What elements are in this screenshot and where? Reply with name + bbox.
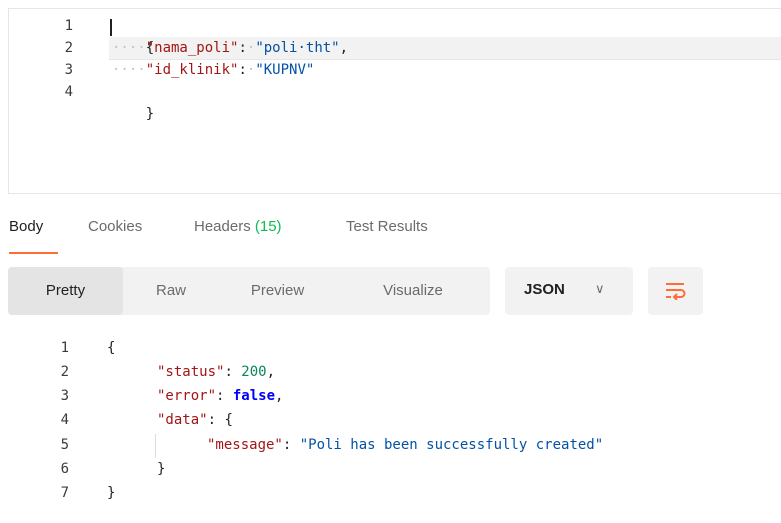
indent-guide [155, 434, 156, 458]
code-line: "data": { [157, 409, 233, 431]
brace-close: } [157, 461, 166, 477]
json-colon: : [224, 364, 242, 380]
code-line: } [107, 482, 115, 504]
line-number: 1 [60, 340, 69, 356]
request-body-editor[interactable]: 1 2 3 4 { ····"nama_poli":·"poli·tht", ·… [8, 8, 781, 194]
tab-headers[interactable]: Headers (15) [194, 218, 282, 235]
json-boolean: false [232, 388, 276, 404]
json-number: 200 [241, 364, 267, 380]
json-key: "status" [157, 364, 225, 380]
json-string: "Poli has been successfully created" [299, 437, 604, 453]
json-key: "data" [157, 412, 208, 428]
tab-test-results[interactable]: Test Results [346, 218, 428, 235]
json-comma: , [339, 40, 349, 56]
view-raw-button[interactable]: Raw [123, 267, 219, 315]
line-number: 6 [60, 461, 69, 477]
tab-headers-label: Headers [194, 218, 251, 235]
code-line: "status": 200, [157, 361, 275, 383]
line-number: 7 [60, 485, 69, 501]
active-tab-indicator [9, 252, 58, 254]
headers-count-badge: (15) [254, 218, 282, 235]
code-line: ····"id_klinik":·"KUPNV" [112, 59, 314, 81]
chevron-down-icon: ∨ [595, 281, 605, 296]
json-comma: , [266, 364, 276, 380]
code-line: } [112, 81, 154, 122]
line-number: 2 [60, 364, 69, 380]
brace-close: } [107, 485, 116, 501]
json-string: "poli·tht" [255, 40, 340, 56]
brace-close: } [145, 106, 155, 122]
view-visualize-button[interactable]: Visualize [336, 267, 490, 315]
brace-open: { [224, 412, 233, 428]
json-colon: : [282, 437, 300, 453]
whitespace-marker: ···· [112, 62, 146, 78]
format-dropdown[interactable]: JSON ∨ [505, 267, 633, 315]
line-number: 3 [60, 388, 69, 404]
json-key: "message" [207, 437, 283, 453]
code-line: ····"nama_poli":·"poli·tht", [112, 37, 348, 59]
json-key: "id_klinik" [145, 62, 239, 78]
view-pretty-button[interactable]: Pretty [8, 267, 123, 315]
line-number: 5 [60, 437, 69, 453]
code-line: { [107, 337, 115, 359]
brace-open: { [107, 340, 116, 356]
line-number: 2 [64, 40, 73, 56]
json-colon: : [238, 62, 247, 78]
json-comma: , [275, 388, 284, 404]
format-selected-value: JSON [524, 281, 565, 298]
wrap-lines-icon [666, 283, 686, 300]
line-number: 3 [64, 62, 73, 78]
code-line: { [112, 15, 154, 56]
tab-body[interactable]: Body [9, 218, 43, 235]
tab-cookies[interactable]: Cookies [88, 218, 142, 235]
line-number: 1 [64, 18, 73, 34]
code-line: "error": false, [157, 385, 283, 407]
json-colon: : [207, 412, 225, 428]
response-body-viewer[interactable]: 1 2 3 4 5 6 7 { "status": 200, "error": … [0, 330, 781, 523]
text-cursor [110, 19, 112, 36]
view-preview-button[interactable]: Preview [219, 267, 336, 315]
json-colon: : [238, 40, 247, 56]
view-mode-selector: Pretty Raw Preview Visualize [8, 267, 490, 315]
whitespace-marker: ···· [112, 40, 146, 56]
wrap-lines-button[interactable] [648, 267, 703, 315]
json-string: "KUPNV" [255, 62, 315, 78]
line-number: 4 [60, 412, 69, 428]
json-key: "error" [157, 388, 217, 404]
json-colon: : [216, 388, 233, 404]
json-key: "nama_poli" [145, 40, 239, 56]
code-line: "message": "Poli has been successfully c… [207, 434, 603, 456]
line-number: 4 [64, 84, 73, 100]
code-line: } [157, 458, 165, 480]
